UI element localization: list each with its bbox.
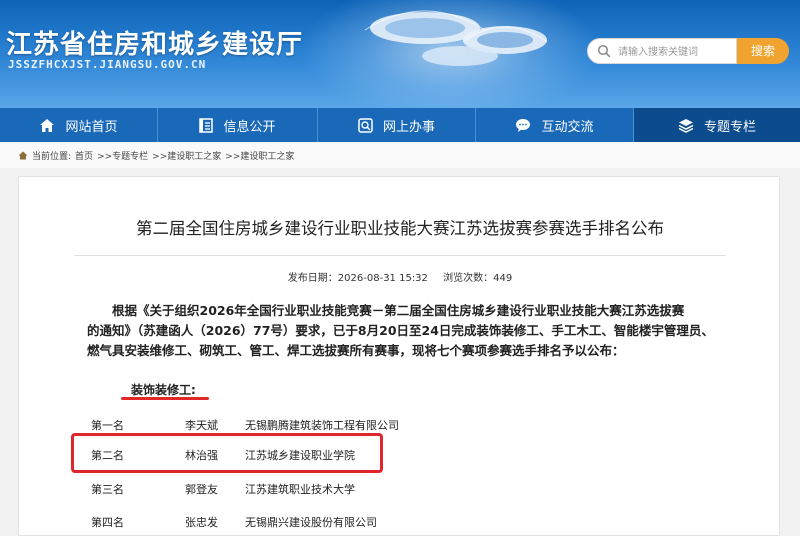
nav-home[interactable]: 网站首页 bbox=[0, 108, 158, 142]
chat-icon bbox=[516, 118, 531, 132]
nav-special-topics[interactable]: 专题专栏 bbox=[634, 108, 800, 142]
breadcrumb-link-home[interactable]: 首页 bbox=[75, 149, 93, 162]
breadcrumb-link-workers-home-2[interactable]: >>建设职工之家 bbox=[225, 149, 294, 162]
site-title[interactable]: 江苏省住房和城乡建设厅 bbox=[6, 24, 303, 61]
organization: 江苏建筑职业技术大学 bbox=[245, 483, 355, 496]
search-box[interactable] bbox=[587, 38, 737, 64]
nav-info[interactable]: 信息公开 bbox=[158, 108, 318, 142]
breadcrumb-bar: 当前位置: 首页 >>专题专栏 >>建设职工之家 >>建设职工之家 bbox=[0, 142, 800, 168]
breadcrumb-link-topics[interactable]: >>专题专栏 bbox=[97, 149, 148, 162]
document-icon bbox=[199, 117, 214, 133]
nav-label: 网上办事 bbox=[382, 119, 435, 135]
search-button[interactable]: 搜索 bbox=[737, 38, 789, 64]
search-icon bbox=[597, 44, 611, 58]
breadcrumb-link-workers-home[interactable]: >>建设职工之家 bbox=[152, 149, 221, 162]
search-input[interactable] bbox=[616, 42, 735, 62]
nav-service[interactable]: 网上办事 bbox=[318, 108, 476, 142]
nav-label: 互动交流 bbox=[541, 119, 594, 135]
site-header: 江苏省住房和城乡建设厅 JSSZFHCXJST.JIANGSU.GOV.CN 搜… bbox=[0, 0, 800, 108]
contestant-name: 张忠发 bbox=[185, 516, 218, 529]
publish-label: 发布日期： bbox=[287, 273, 338, 284]
section-heading: 装饰装修工: bbox=[131, 383, 196, 397]
nav-label: 网站首页 bbox=[65, 119, 118, 135]
article-paragraph: 根据《关于组织2026年全国行业职业技能竞赛－第二届全国住房城乡建设行业职业技能… bbox=[87, 301, 737, 361]
ranking-row: 第三名 郭登友 江苏建筑职业技术大学 bbox=[91, 481, 611, 501]
nav-label: 专题专栏 bbox=[703, 119, 756, 135]
location-home-icon bbox=[18, 151, 28, 160]
paragraph-line: 的通知》（苏建函人（2026）77号）要求，已于8月20日至24日完成装饰装修工… bbox=[87, 323, 714, 338]
organization: 无锡鼎兴建设股份有限公司 bbox=[245, 516, 377, 529]
breadcrumb: 当前位置: 首页 >>专题专栏 >>建设职工之家 >>建设职工之家 bbox=[18, 149, 294, 162]
service-icon bbox=[358, 117, 373, 133]
views-value: 449 bbox=[493, 273, 513, 284]
breadcrumb-prefix: 当前位置: bbox=[32, 152, 72, 162]
highlight-box-annotation bbox=[71, 433, 383, 473]
view-count: 浏览次数：449 bbox=[443, 273, 512, 284]
paragraph-line: 根据《关于组织2026年全国行业职业技能竞赛－第二届全国住房城乡建设行业职业技能… bbox=[112, 303, 685, 318]
nav-interaction[interactable]: 互动交流 bbox=[476, 108, 634, 142]
nav-label: 信息公开 bbox=[223, 119, 276, 135]
ranking-row: 第四名 张忠发 无锡鼎兴建设股份有限公司 bbox=[91, 514, 611, 534]
site-url: JSSZFHCXJST.JIANGSU.GOV.CN bbox=[8, 58, 207, 71]
organization: 无锡鹏腾建筑装饰工程有限公司 bbox=[245, 419, 399, 432]
stadium-illustration bbox=[364, 10, 548, 66]
main-nav: 网站首页 信息公开 网上办事 互动交流 专题专栏 bbox=[0, 108, 800, 142]
home-icon bbox=[40, 118, 55, 132]
publish-date-value: 2026-08-31 15:32 bbox=[337, 273, 428, 284]
rank: 第一名 bbox=[91, 419, 124, 432]
views-label: 浏览次数： bbox=[443, 273, 494, 284]
article-panel: 第二届全国住房城乡建设行业职业技能大赛江苏选拔赛参赛选手排名公布 发布日期：20… bbox=[18, 176, 780, 536]
article-meta: 发布日期：2026-08-31 15:32 浏览次数：449 bbox=[19, 269, 781, 284]
rank: 第三名 bbox=[91, 483, 124, 496]
paragraph-line: 燃气具安装维修工、砌筑工、管工、焊工选拔赛所有赛事，现将七个赛项参赛选手排名予以… bbox=[87, 343, 625, 358]
contestant-name: 郭登友 bbox=[185, 483, 218, 496]
article-title: 第二届全国住房城乡建设行业职业技能大赛江苏选拔赛参赛选手排名公布 bbox=[136, 219, 664, 238]
contestant-name: 李天斌 bbox=[185, 419, 218, 432]
section-underline-annotation bbox=[121, 397, 209, 400]
rank: 第四名 bbox=[91, 516, 124, 529]
title-divider bbox=[74, 255, 726, 256]
layers-icon bbox=[678, 118, 694, 133]
publish-date: 发布日期：2026-08-31 15:32 bbox=[288, 273, 428, 284]
